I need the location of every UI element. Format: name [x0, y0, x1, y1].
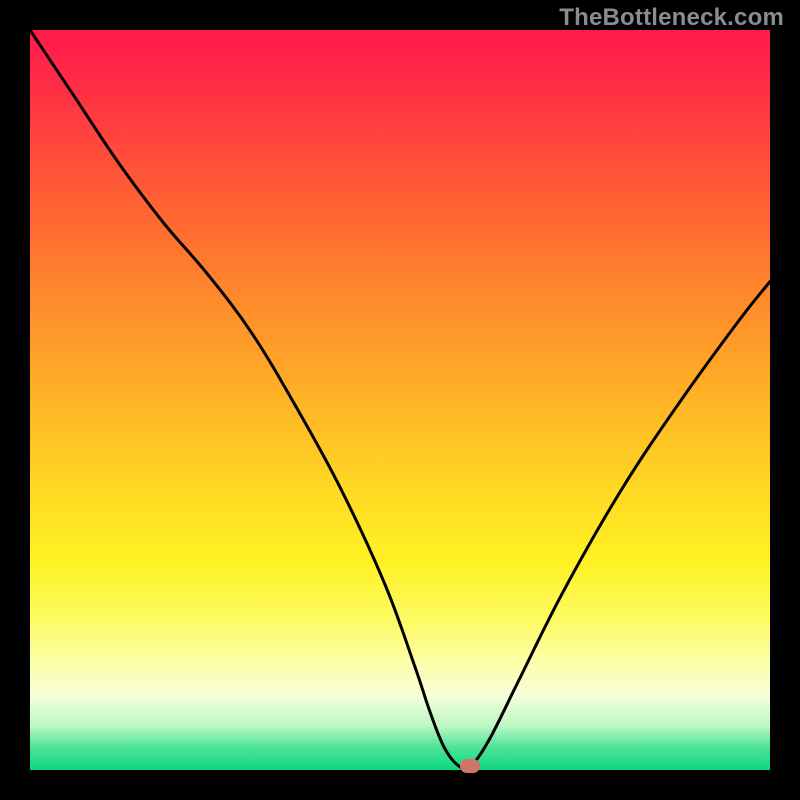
- bottleneck-curve: [30, 30, 770, 769]
- highlight-marker: [460, 759, 480, 773]
- plot-area: [30, 30, 770, 770]
- chart-container: TheBottleneck.com: [0, 0, 800, 800]
- curve-svg: [30, 30, 770, 770]
- watermark-text: TheBottleneck.com: [559, 4, 784, 32]
